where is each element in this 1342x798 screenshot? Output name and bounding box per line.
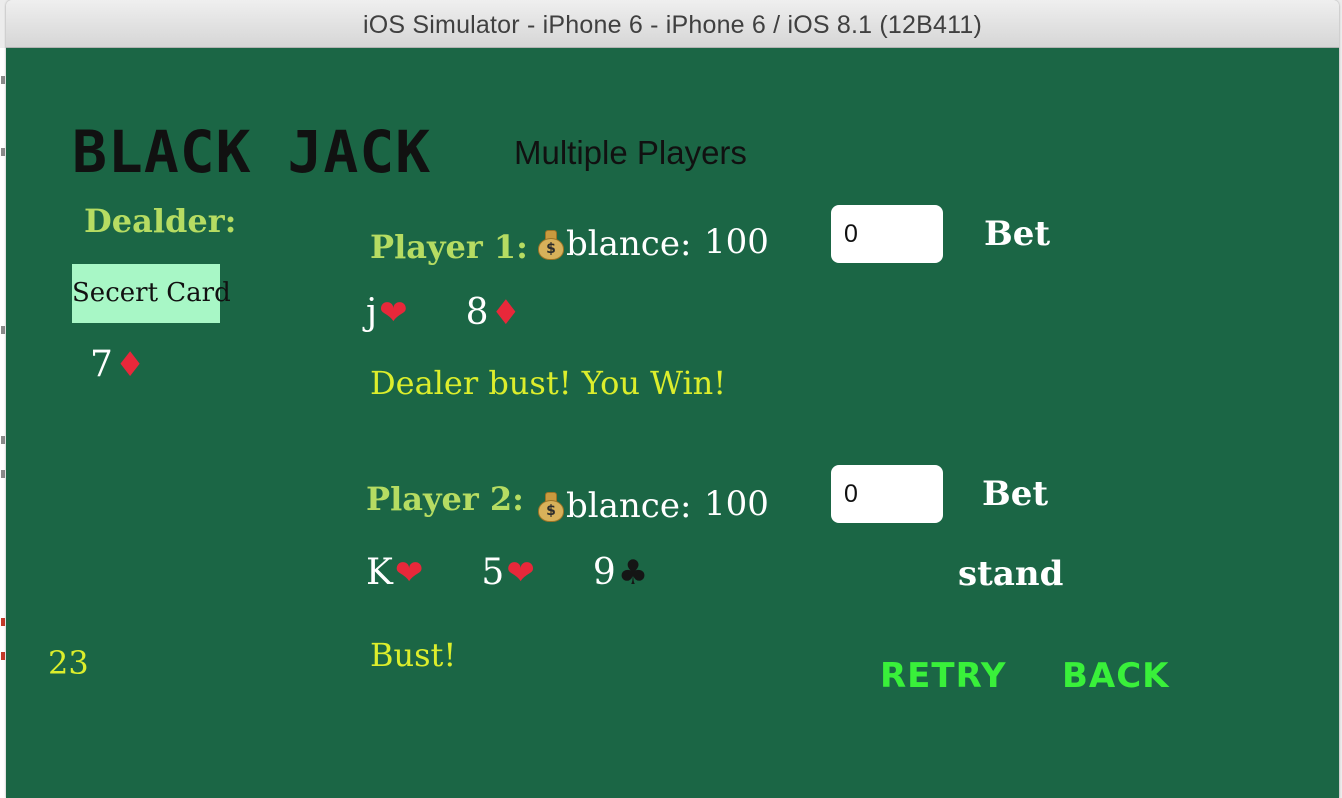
back-button[interactable]: BACK	[1062, 656, 1170, 696]
background-glyph	[1, 76, 5, 84]
player1-status: Dealer bust! You Win!	[370, 364, 727, 402]
player2-card: 9 ♣	[593, 552, 648, 593]
heart-icon: ❤	[506, 552, 535, 593]
background-glyph	[1, 652, 5, 660]
game-screen: BLACK JACK Multiple Players Dealder: Sec…	[6, 48, 1339, 798]
player1-bet-input[interactable]	[831, 205, 943, 263]
player2-balance-value: 100	[704, 484, 769, 524]
card-rank: 5	[481, 552, 505, 593]
club-icon: ♣	[617, 552, 649, 593]
app-title: BLACK JACK	[72, 118, 432, 186]
player2-card: 5 ❤	[481, 552, 534, 593]
player1-balance-value: 100	[704, 222, 769, 262]
player1-card: 8 ♦	[466, 292, 521, 333]
money-bag-icon: $	[536, 490, 566, 522]
card-rank: j	[366, 292, 378, 333]
dealer-card: 7 ♦	[90, 344, 145, 385]
money-bag-icon: $	[536, 228, 566, 260]
player1-card: j ❤	[366, 292, 408, 333]
heart-icon: ❤	[394, 552, 424, 593]
retry-button[interactable]: RETRY	[880, 656, 1007, 696]
background-glyph	[1, 618, 5, 626]
window-titlebar[interactable]: iOS Simulator - iPhone 6 - iPhone 6 / iO…	[6, 0, 1339, 48]
background-glyph	[1, 436, 5, 444]
secret-card-button[interactable]: Secert Card	[72, 264, 231, 323]
player1-balance: $ blance:	[536, 224, 691, 264]
dealer-label: Dealder:	[84, 202, 237, 240]
player2-label: Player 2:	[366, 480, 524, 518]
background-glyph	[1, 326, 5, 334]
player2-bet-input[interactable]	[831, 465, 943, 523]
mode-subtitle: Multiple Players	[514, 134, 747, 171]
player1-bet-button[interactable]: Bet	[984, 214, 1050, 254]
card-rank: K	[366, 552, 393, 593]
dealer-cards: 7 ♦	[90, 344, 145, 385]
card-rank: 8	[465, 292, 489, 333]
simulator-window: iOS Simulator - iPhone 6 - iPhone 6 / iO…	[6, 0, 1339, 798]
background-glyph	[1, 148, 5, 156]
heart-icon: ❤	[379, 292, 408, 333]
card-rank: 9	[592, 552, 616, 593]
dealer-score: 23	[48, 644, 89, 682]
player1-label: Player 1:	[370, 228, 528, 266]
balance-label: blance:	[566, 224, 692, 264]
diamond-icon: ♦	[490, 292, 522, 333]
player2-bet-button[interactable]: Bet	[982, 474, 1048, 514]
player2-card: K ❤	[366, 552, 423, 593]
player2-stand-button[interactable]: stand	[958, 554, 1063, 594]
diamond-icon: ♦	[114, 344, 146, 385]
background-glyph	[1, 470, 5, 478]
window-title: iOS Simulator - iPhone 6 - iPhone 6 / iO…	[363, 11, 982, 39]
player1-cards: j ❤ 8 ♦	[366, 292, 521, 333]
player2-balance: $ blance:	[536, 486, 691, 526]
balance-label: blance:	[566, 486, 692, 526]
card-rank: 7	[90, 344, 113, 385]
player2-cards: K ❤ 5 ❤ 9 ♣	[366, 552, 648, 593]
player2-status: Bust!	[370, 636, 457, 674]
